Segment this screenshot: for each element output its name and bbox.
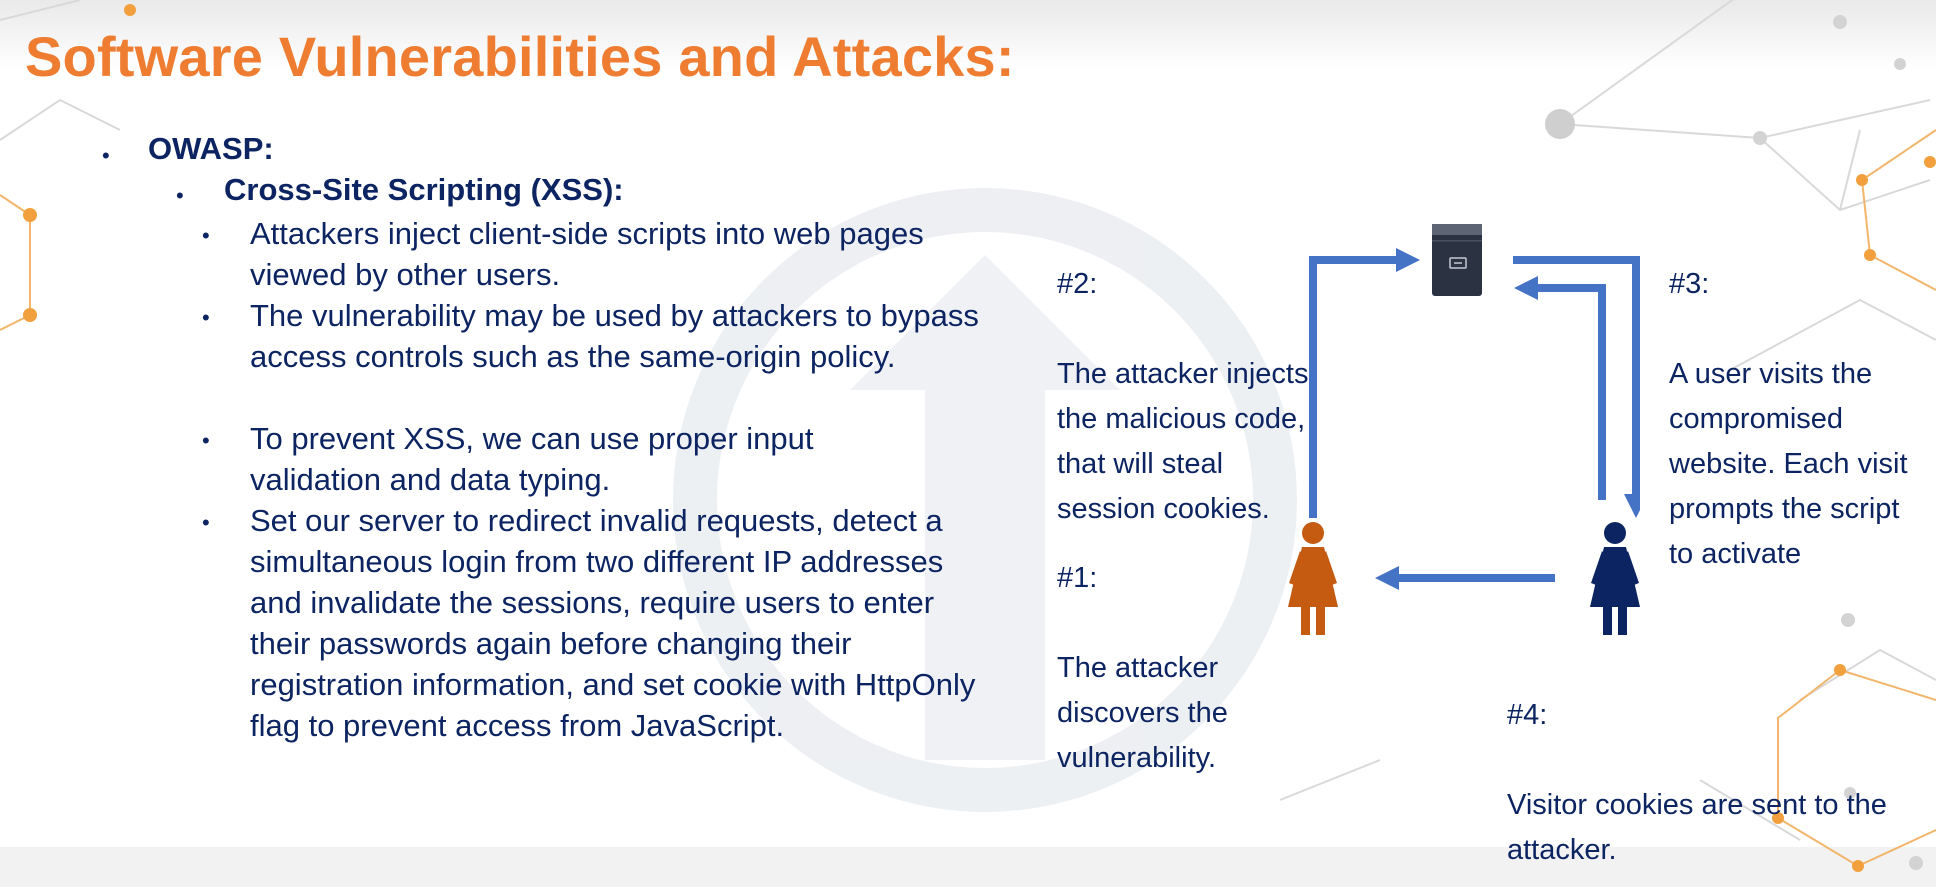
bullet-marker: • [176,183,184,208]
xss-flow-diagram [1288,224,1640,635]
user-person-icon [1590,522,1640,635]
bullet-marker: • [202,428,210,453]
step-4-text: Visitor cookies are sent to the attacker… [1507,789,1887,866]
step-1-text: The attacker discovers the vulnerability… [1057,652,1228,774]
server-icon [1432,224,1482,296]
xss-point-4: Set our server to redirect invalid reque… [250,503,976,743]
bullet-marker: • [102,143,110,168]
xss-point-3: To prevent XSS, we can use proper input … [250,421,814,497]
step-4-label: #4: Visitor cookies are sent to the atta… [1507,648,1907,873]
step-2-number: #2: [1057,268,1098,300]
step-2-text: The attacker injects the malicious code,… [1057,358,1309,525]
bullet-owasp: OWASP: [148,131,274,166]
arrow-attacker-to-server [1309,256,1398,518]
step-4-number: #4: [1507,699,1548,731]
attacker-person-icon [1288,522,1338,635]
slide-title: Software Vulnerabilities and Attacks: [25,25,1015,88]
bullet-marker: • [202,510,210,535]
arrow-user-to-server [1530,284,1606,500]
step-1-number: #1: [1057,562,1098,594]
step-3-text: A user visits the compromised website. E… [1669,358,1908,570]
xss-point-1: Attackers inject client-side scripts int… [250,216,924,292]
bullet-xss: Cross-Site Scripting (XSS): [224,172,624,207]
bullet-marker: • [202,305,210,330]
bullet-marker: • [202,223,210,248]
step-3-label: #3: A user visits the compromised websit… [1669,217,1909,577]
step-3-number: #3: [1669,268,1710,300]
step-1-label: #1: The attacker discovers the vulnerabi… [1057,511,1287,781]
xss-point-2: The vulnerability may be used by attacke… [250,298,979,374]
